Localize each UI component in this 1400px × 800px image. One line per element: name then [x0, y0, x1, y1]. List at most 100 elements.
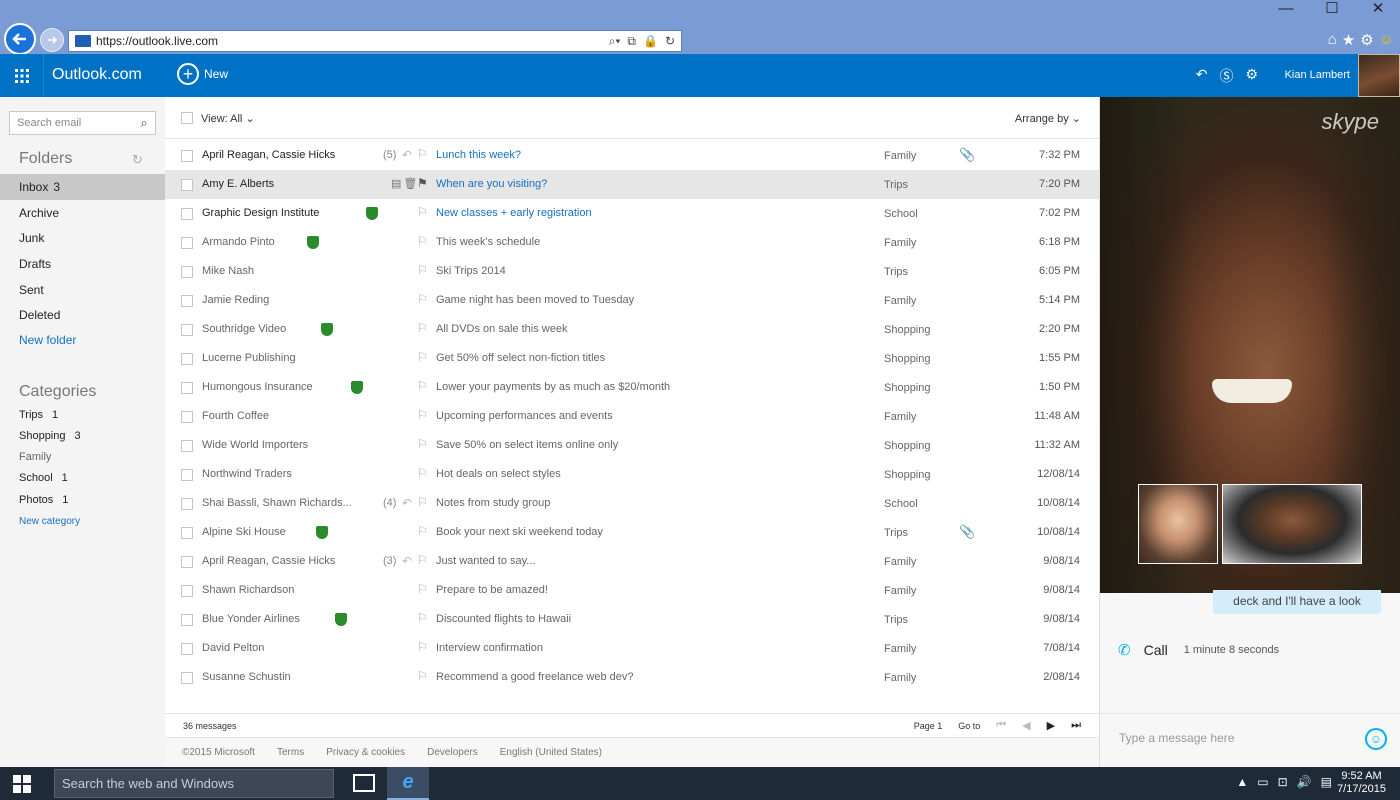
- category-photos[interactable]: Photos 1: [19, 494, 68, 506]
- message-input[interactable]: [1119, 731, 1339, 745]
- developers-link[interactable]: Developers: [427, 747, 478, 758]
- back-button[interactable]: [4, 23, 36, 55]
- flag-icon[interactable]: ⚐: [417, 495, 428, 509]
- category-family[interactable]: Family: [19, 451, 51, 463]
- row-checkbox[interactable]: [181, 353, 193, 365]
- lock-icon[interactable]: 🔒: [643, 34, 658, 49]
- network-icon[interactable]: ⊡: [1278, 775, 1288, 789]
- flag-icon[interactable]: ⚐: [417, 379, 428, 393]
- flag-icon[interactable]: ⚐: [417, 553, 428, 567]
- participant-thumbnail[interactable]: [1222, 484, 1362, 564]
- category-school[interactable]: School 1: [19, 472, 68, 484]
- flag-icon[interactable]: ⚐: [417, 524, 428, 538]
- flag-icon[interactable]: ⚐: [417, 234, 428, 248]
- volume-icon[interactable]: 🔊: [1297, 775, 1312, 789]
- feedback-smiley-icon[interactable]: ☺: [1379, 31, 1394, 49]
- message-row[interactable]: Blue Yonder Airlines ⚐ Discounted flight…: [165, 605, 1099, 634]
- battery-icon[interactable]: ▭: [1257, 775, 1268, 789]
- compat-view-icon[interactable]: ⧉: [627, 34, 636, 49]
- view-filter-dropdown[interactable]: View: All ⌄: [201, 112, 255, 125]
- folder-archive[interactable]: Archive: [0, 200, 165, 226]
- row-checkbox[interactable]: [181, 382, 193, 394]
- category-shopping[interactable]: Shopping 3: [19, 430, 81, 442]
- brand-logo-text[interactable]: Outlook.com: [52, 66, 142, 84]
- last-page-icon[interactable]: ⏭: [1071, 719, 1081, 732]
- folder-inbox[interactable]: Inbox 3: [0, 174, 165, 200]
- message-row[interactable]: Jamie Reding ⚐ Game night has been moved…: [165, 286, 1099, 315]
- row-checkbox[interactable]: [181, 295, 193, 307]
- arrange-by-dropdown[interactable]: Arrange by ⌄: [1015, 112, 1081, 125]
- move-icon[interactable]: ▤: [391, 178, 403, 190]
- forward-button[interactable]: [40, 28, 64, 52]
- message-row[interactable]: Shawn Richardson ⚐ Prepare to be amazed!…: [165, 576, 1099, 605]
- flag-icon[interactable]: ⚐: [417, 292, 428, 306]
- message-row[interactable]: Shai Bassli, Shawn Richards... (4) ↶ ⚐ N…: [165, 489, 1099, 518]
- new-message-button[interactable]: + New: [177, 63, 228, 85]
- flag-icon[interactable]: ⚐: [417, 611, 428, 625]
- row-checkbox[interactable]: [181, 208, 193, 220]
- flag-icon[interactable]: ⚐: [417, 408, 428, 422]
- row-checkbox[interactable]: [181, 643, 193, 655]
- search-icon[interactable]: ⌕: [133, 115, 155, 131]
- flag-icon[interactable]: ⚐: [417, 321, 428, 335]
- quick-actions[interactable]: ▤🗑: [391, 177, 419, 190]
- search-dropdown-icon[interactable]: ⌕▾: [609, 34, 621, 49]
- system-clock[interactable]: 9:52 AM 7/17/2015: [1337, 770, 1386, 796]
- folder-drafts[interactable]: Drafts: [0, 251, 165, 277]
- flag-icon[interactable]: ⚑: [417, 176, 428, 190]
- search-email-input[interactable]: Search email ⌕: [9, 111, 156, 135]
- row-checkbox[interactable]: [181, 440, 193, 452]
- internet-explorer-icon[interactable]: e: [387, 767, 429, 800]
- start-button[interactable]: [0, 767, 44, 800]
- previous-page-icon[interactable]: ◀: [1022, 719, 1030, 732]
- message-row[interactable]: Southridge Video ⚐ All DVDs on sale this…: [165, 315, 1099, 344]
- select-all-checkbox[interactable]: [181, 112, 193, 124]
- message-row[interactable]: Wide World Importers ⚐ Save 50% on selec…: [165, 431, 1099, 460]
- participant-thumbnail[interactable]: [1138, 484, 1218, 564]
- new-category-link[interactable]: New category: [19, 516, 80, 527]
- taskbar-search-box[interactable]: Search the web and Windows: [54, 769, 334, 798]
- flag-icon[interactable]: ⚐: [417, 466, 428, 480]
- language-link[interactable]: English (United States): [500, 747, 602, 758]
- folder-deleted[interactable]: Deleted: [0, 302, 165, 328]
- message-row[interactable]: Graphic Design Institute ⚐ New classes +…: [165, 199, 1099, 228]
- flag-icon[interactable]: ⚐: [417, 437, 428, 451]
- close-button[interactable]: ✕: [1370, 0, 1386, 18]
- flag-icon[interactable]: ⚐: [417, 350, 428, 364]
- message-row[interactable]: Armando Pinto ⚐ This week's schedule Fam…: [165, 228, 1099, 257]
- message-row[interactable]: Lucerne Publishing ⚐ Get 50% off select …: [165, 344, 1099, 373]
- goto-page-link[interactable]: Go to: [958, 721, 980, 731]
- show-hidden-icons-icon[interactable]: ▲: [1236, 775, 1248, 789]
- message-row[interactable]: Alpine Ski House ⚐ Book your next ski we…: [165, 518, 1099, 547]
- row-checkbox[interactable]: [181, 556, 193, 568]
- row-checkbox[interactable]: [181, 469, 193, 481]
- row-checkbox[interactable]: [181, 614, 193, 626]
- settings-gear-icon[interactable]: ⚙: [1245, 66, 1258, 86]
- row-checkbox[interactable]: [181, 179, 193, 191]
- message-row[interactable]: April Reagan, Cassie Hicks (3) ↶ ⚐ Just …: [165, 547, 1099, 576]
- video-call-feed[interactable]: skype: [1100, 97, 1400, 593]
- row-checkbox[interactable]: [181, 266, 193, 278]
- minimize-button[interactable]: —: [1278, 0, 1294, 18]
- user-name[interactable]: Kian Lambert: [1285, 69, 1350, 81]
- flag-icon[interactable]: ⚐: [417, 640, 428, 654]
- folder-junk[interactable]: Junk: [0, 225, 165, 251]
- message-row[interactable]: April Reagan, Cassie Hicks (5) ↶ ⚐ Lunch…: [165, 141, 1099, 170]
- row-checkbox[interactable]: [181, 411, 193, 423]
- refresh-icon[interactable]: ↻: [665, 34, 675, 49]
- flag-icon[interactable]: ⚐: [417, 205, 428, 219]
- terms-link[interactable]: Terms: [277, 747, 304, 758]
- category-trips[interactable]: Trips 1: [19, 409, 58, 421]
- undo-icon[interactable]: ↶: [1196, 66, 1208, 86]
- flag-icon[interactable]: ⚐: [417, 263, 428, 277]
- folder-sent[interactable]: Sent: [0, 277, 165, 303]
- row-checkbox[interactable]: [181, 324, 193, 336]
- message-row[interactable]: Amy E. Alberts ▤🗑 ⚑ When are you visitin…: [165, 170, 1099, 199]
- row-checkbox[interactable]: [181, 498, 193, 510]
- message-row[interactable]: Northwind Traders ⚐ Hot deals on select …: [165, 460, 1099, 489]
- app-launcher-button[interactable]: [0, 54, 44, 97]
- message-row[interactable]: Mike Nash ⚐ Ski Trips 2014 Trips 6:05 PM: [165, 257, 1099, 286]
- user-avatar[interactable]: [1358, 54, 1400, 97]
- task-view-icon[interactable]: [353, 774, 375, 792]
- settings-gear-icon[interactable]: ⚙: [1360, 31, 1373, 49]
